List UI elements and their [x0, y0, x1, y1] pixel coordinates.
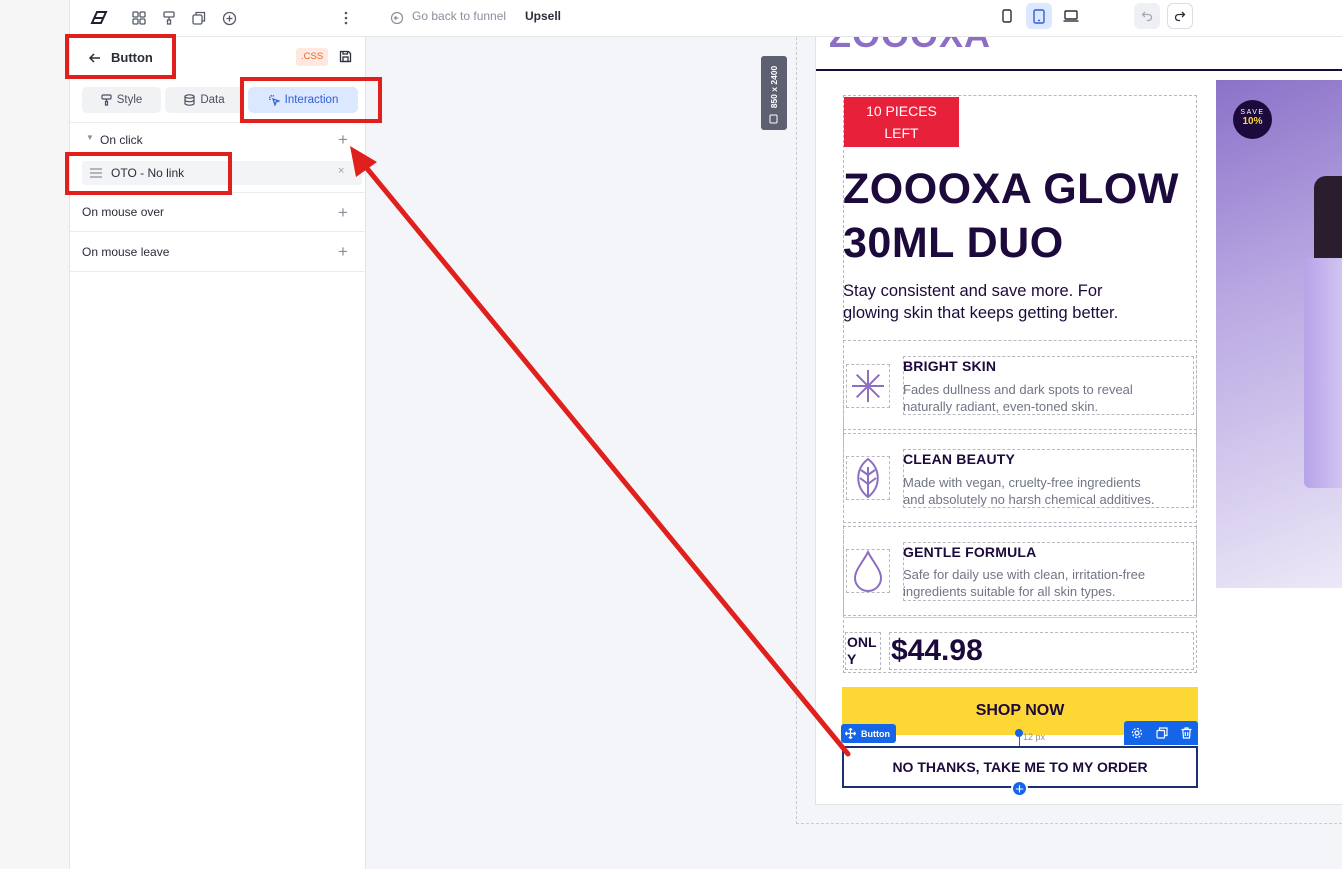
on-mouse-over-label[interactable]: On mouse over	[82, 205, 164, 219]
feature-description: Safe for daily use with clean, irritatio…	[903, 567, 1146, 599]
paint-roller-icon[interactable]	[158, 7, 180, 29]
drop-icon	[846, 549, 890, 593]
trash-icon[interactable]	[1181, 727, 1192, 739]
redo-button[interactable]	[1167, 3, 1193, 29]
laptop-icon	[1063, 10, 1079, 22]
add-on-click-icon[interactable]: +	[336, 131, 350, 148]
feature-description: Made with vegan, cruelty-free ingredient…	[903, 475, 1155, 507]
stock-badge: 10 PIECES LEFT	[844, 97, 959, 147]
highlight-box	[65, 152, 232, 195]
undo-icon	[1141, 11, 1153, 22]
feature-title: BRIGHT SKIN	[903, 358, 997, 374]
undo-button[interactable]	[1134, 3, 1160, 29]
product-image: SAVE 10%	[1216, 80, 1342, 588]
paint-roller-icon	[101, 94, 112, 106]
grid-icon[interactable]	[128, 7, 150, 29]
device-desktop-button[interactable]	[1058, 3, 1084, 29]
tablet-icon	[1033, 8, 1045, 24]
divider	[843, 617, 1197, 618]
asterisk-icon	[846, 364, 890, 408]
price-prefix: ONL Y	[847, 634, 877, 667]
move-icon	[845, 728, 856, 739]
save-icon[interactable]	[339, 50, 352, 63]
spacing-handle[interactable]	[1015, 729, 1023, 737]
tab-style[interactable]: Style	[82, 87, 161, 113]
size-badge: 850 x 2400	[761, 56, 787, 130]
add-mouse-leave-icon[interactable]: +	[336, 243, 350, 260]
redo-icon	[1174, 11, 1186, 22]
database-icon	[184, 94, 195, 106]
mobile-icon	[1002, 9, 1012, 23]
bottle-dropper	[1314, 176, 1342, 266]
duplicate-icon[interactable]	[1155, 727, 1168, 739]
header-bar: ZOOOXA	[816, 37, 1342, 70]
device-tablet-button[interactable]	[1026, 3, 1052, 29]
on-click-label[interactable]: On click	[100, 133, 143, 147]
feature-description: Fades dullness and dark spots to reveal …	[903, 382, 1133, 414]
tab-data[interactable]: Data	[165, 87, 244, 113]
on-mouse-leave-label[interactable]: On mouse leave	[82, 245, 169, 259]
add-element-icon[interactable]: +	[1011, 780, 1028, 798]
css-badge[interactable]: .CSS	[296, 48, 329, 66]
product-title: ZOOOXA GLOW 30ML DUO	[843, 165, 1179, 267]
remove-action-icon[interactable]: ×	[338, 165, 344, 177]
element-toolbar	[1124, 721, 1198, 745]
add-mouse-over-icon[interactable]: +	[336, 204, 350, 221]
device-mobile-button[interactable]	[994, 3, 1020, 29]
top-bar: Go back to funnel Upsell	[70, 0, 1342, 37]
left-rail	[0, 0, 70, 869]
device-icon	[769, 114, 778, 124]
caret-down-icon[interactable]: ▼	[86, 133, 94, 142]
go-back-link[interactable]: Go back to funnel	[412, 9, 506, 23]
page-name: Upsell	[525, 9, 562, 23]
highlight-box	[65, 34, 176, 79]
highlight-box	[240, 77, 382, 123]
header-divider	[816, 69, 1342, 71]
bottle-body	[1304, 258, 1342, 488]
more-vertical-icon[interactable]	[335, 7, 357, 29]
back-circle-icon[interactable]	[386, 7, 408, 29]
pages-icon[interactable]	[188, 7, 210, 29]
divider	[70, 231, 366, 232]
selected-element-tag[interactable]: Button	[841, 724, 896, 743]
header-logo[interactable]: ZOOOXA	[829, 37, 991, 56]
feature-title: GENTLE FORMULA	[903, 544, 1037, 560]
save-badge: SAVE 10%	[1233, 100, 1272, 139]
price: $44.98	[891, 634, 983, 667]
feature-title: CLEAN BEAUTY	[903, 451, 1016, 467]
settings-icon[interactable]	[1131, 727, 1143, 739]
page-preview: ZOOOXA SAVE 10% 10 PIECES LEFT ZOOOXA GL…	[815, 37, 1342, 805]
divider	[70, 271, 366, 272]
spacing-line	[1019, 737, 1020, 746]
spacing-label: 12 px	[1023, 732, 1046, 742]
add-circle-icon[interactable]	[218, 7, 240, 29]
product-subtitle: Stay consistent and save more. For glowi…	[843, 282, 1119, 322]
leaf-icon	[846, 456, 890, 500]
logo-icon[interactable]	[88, 7, 110, 29]
